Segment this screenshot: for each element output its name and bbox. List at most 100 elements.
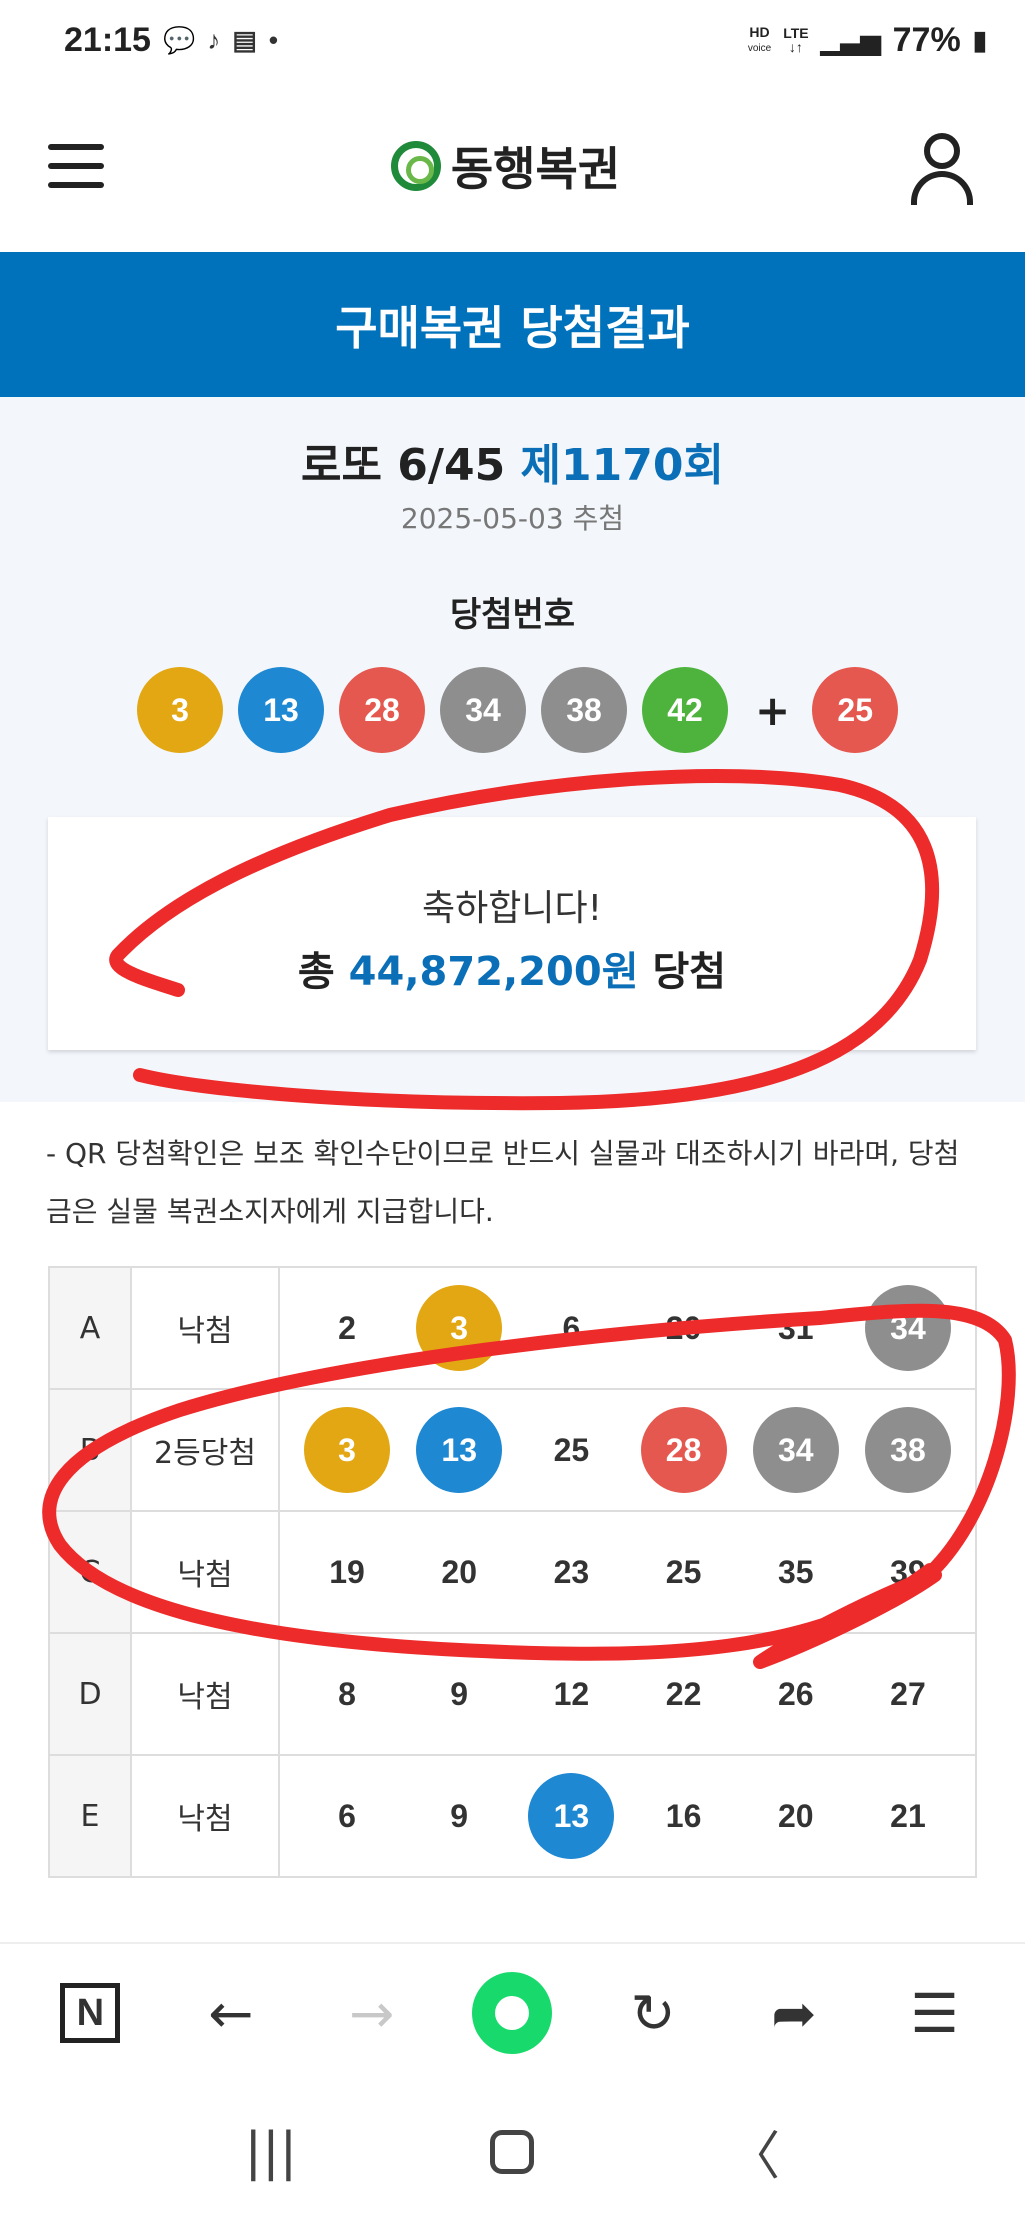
- game-numbers: 19 20 23 25 35 39: [278, 1510, 977, 1634]
- ticket-number: 25: [553, 1431, 590, 1468]
- refresh-icon[interactable]: ↻: [613, 1973, 693, 2053]
- game-status: 낙첨: [130, 1632, 280, 1756]
- ticket-number: 23: [553, 1553, 590, 1590]
- table-row: E 낙첨 6 9 13 16 20 21: [48, 1754, 977, 1878]
- total-prize: 총 44,872,200원 당첨: [48, 939, 976, 997]
- matched-number-ball: 34: [752, 1407, 839, 1493]
- game-status: 낙첨: [130, 1266, 280, 1390]
- back-arrow-icon[interactable]: ←: [191, 1973, 271, 2053]
- congrats-box: 축하합니다! 총 44,872,200원 당첨: [48, 817, 976, 1050]
- total-suffix: 당첨: [652, 949, 727, 995]
- app-header: 동행복권: [0, 80, 1025, 252]
- winning-ball: 38: [541, 667, 627, 753]
- status-left: 21:15 💬 ♪ ▤ •: [64, 21, 278, 60]
- home-icon[interactable]: [472, 2112, 552, 2192]
- ticket-number: 35: [777, 1553, 814, 1590]
- page-title: 구매복권 당첨결과: [335, 300, 690, 355]
- ticket-number: 6: [338, 1797, 356, 1834]
- qr-notice: - QR 당첨확인은 보조 확인수단이므로 반드시 실물과 대조하시기 바라며,…: [46, 1137, 960, 1228]
- game-label: E: [48, 1754, 132, 1878]
- winning-ball: 3: [137, 667, 223, 753]
- ticket-number: 27: [890, 1675, 926, 1712]
- pdf-icon: ▤: [232, 24, 257, 55]
- draw-date: 2025-05-03 추첨: [400, 502, 625, 535]
- matched-number-ball: 13: [528, 1773, 615, 1859]
- table-row: A 낙첨 2 3 6 20 31 34: [48, 1266, 977, 1390]
- logo-mark-icon: [390, 141, 441, 191]
- game-label: D: [48, 1632, 132, 1756]
- lte-icon: LTE ↓↑: [783, 25, 809, 55]
- logo-text: 동행복권: [450, 142, 621, 196]
- ticket-number: 16: [665, 1797, 702, 1834]
- round-number: 제1170회: [520, 440, 724, 491]
- game-label: C: [48, 1510, 132, 1634]
- bonus-ball: 25: [812, 667, 899, 753]
- green-dot-icon[interactable]: [472, 1972, 553, 2054]
- share-icon[interactable]: ➦: [754, 1973, 834, 2053]
- system-nav-bar: ||| 〈: [0, 2082, 1025, 2221]
- signal-icon: ▁▃▅: [820, 24, 881, 55]
- ticket-number: 9: [450, 1675, 469, 1712]
- game-label: A: [48, 1266, 132, 1390]
- table-row: D 낙첨 8 9 12 22 26 27: [48, 1632, 977, 1756]
- forward-arrow-icon[interactable]: →: [332, 1973, 412, 2053]
- game-status: 낙첨: [130, 1510, 280, 1634]
- ticket-number: 6: [562, 1309, 581, 1346]
- total-amount: 44,872,200원: [348, 949, 639, 995]
- ticket-number: 26: [777, 1675, 814, 1712]
- matched-number-ball: 13: [416, 1407, 503, 1493]
- battery-percent: 77%: [892, 20, 961, 59]
- ticket-number: 20: [441, 1553, 477, 1590]
- hamburger-icon[interactable]: [48, 144, 104, 188]
- ticket-number: 19: [329, 1553, 365, 1590]
- winning-ball: 28: [339, 667, 425, 753]
- status-right: HD voice LTE ↓↑ ▁▃▅ 77% ▮: [748, 21, 987, 60]
- back-icon[interactable]: 〈: [714, 2112, 794, 2192]
- game-numbers: 3 13 25 28 34 38: [278, 1388, 977, 1512]
- total-prefix: 총: [297, 949, 335, 995]
- hd-voice-icon: HD voice: [747, 23, 772, 54]
- game-numbers: 6 9 13 16 20 21: [278, 1754, 977, 1878]
- browser-toolbar: N ← → ↻ ➦ ☰: [0, 1942, 1025, 2082]
- plus-sign: +: [755, 685, 791, 735]
- ticket-number: 39: [890, 1553, 926, 1590]
- table-row: B 2등당첨 3 13 25 28 34 38: [48, 1388, 977, 1512]
- matched-number-ball: 28: [640, 1407, 727, 1493]
- user-icon[interactable]: [907, 131, 977, 205]
- winning-ball: 34: [440, 667, 526, 753]
- winning-ball: 42: [642, 667, 728, 753]
- recent-apps-icon[interactable]: |||: [231, 2112, 311, 2192]
- naver-icon[interactable]: N: [50, 1973, 130, 2053]
- ticket-number: 21: [890, 1797, 926, 1834]
- ticket-table: A 낙첨 2 3 6 20 31 34 B 2등당첨 3 13 25 28 34 38 C 낙첨 19 20 23 25 3…: [48, 1266, 977, 1878]
- game-numbers: 2 3 6 20 31 34: [278, 1266, 977, 1390]
- ticket-number: 8: [338, 1675, 356, 1712]
- ticket-number: 20: [665, 1309, 702, 1346]
- site-logo[interactable]: 동행복권: [390, 133, 621, 199]
- game-status: 2등당첨: [130, 1388, 280, 1512]
- chat-icon: 💬: [162, 24, 196, 55]
- round-title: 로또 6/45 제1170회: [0, 429, 1025, 493]
- page-title-bar: 구매복권 당첨결과: [0, 252, 1025, 397]
- ticket-number: 2: [338, 1309, 356, 1346]
- ticket-number: 20: [777, 1797, 814, 1834]
- winning-numbers: 3 13 28 34 38 42 +25: [137, 667, 913, 753]
- matched-number-ball: 38: [864, 1407, 951, 1493]
- ticket-number: 25: [665, 1553, 702, 1590]
- status-time: 21:15: [64, 20, 151, 59]
- menu-icon[interactable]: ☰: [895, 1973, 975, 2053]
- matched-number-ball: 3: [304, 1407, 390, 1493]
- table-row: C 낙첨 19 20 23 25 35 39: [48, 1510, 977, 1634]
- game-status: 낙첨: [130, 1754, 280, 1878]
- result-section: 로또 6/45 제1170회 2025-05-03 추첨 당첨번호 3 13 28 3…: [0, 397, 1025, 1102]
- game-numbers: 8 9 12 22 26 27: [278, 1632, 977, 1756]
- ticket-number: 12: [553, 1675, 590, 1712]
- battery-icon: ▮: [972, 24, 987, 55]
- ticket-number: 9: [450, 1797, 469, 1834]
- winning-numbers-label: 당첨번호: [449, 595, 576, 635]
- winning-ball: 13: [238, 667, 324, 753]
- ticket-number: 22: [665, 1675, 702, 1712]
- tiktok-icon: ♪: [207, 24, 221, 55]
- congrats-text: 축하합니다!: [421, 888, 603, 929]
- game-label: B: [48, 1388, 132, 1512]
